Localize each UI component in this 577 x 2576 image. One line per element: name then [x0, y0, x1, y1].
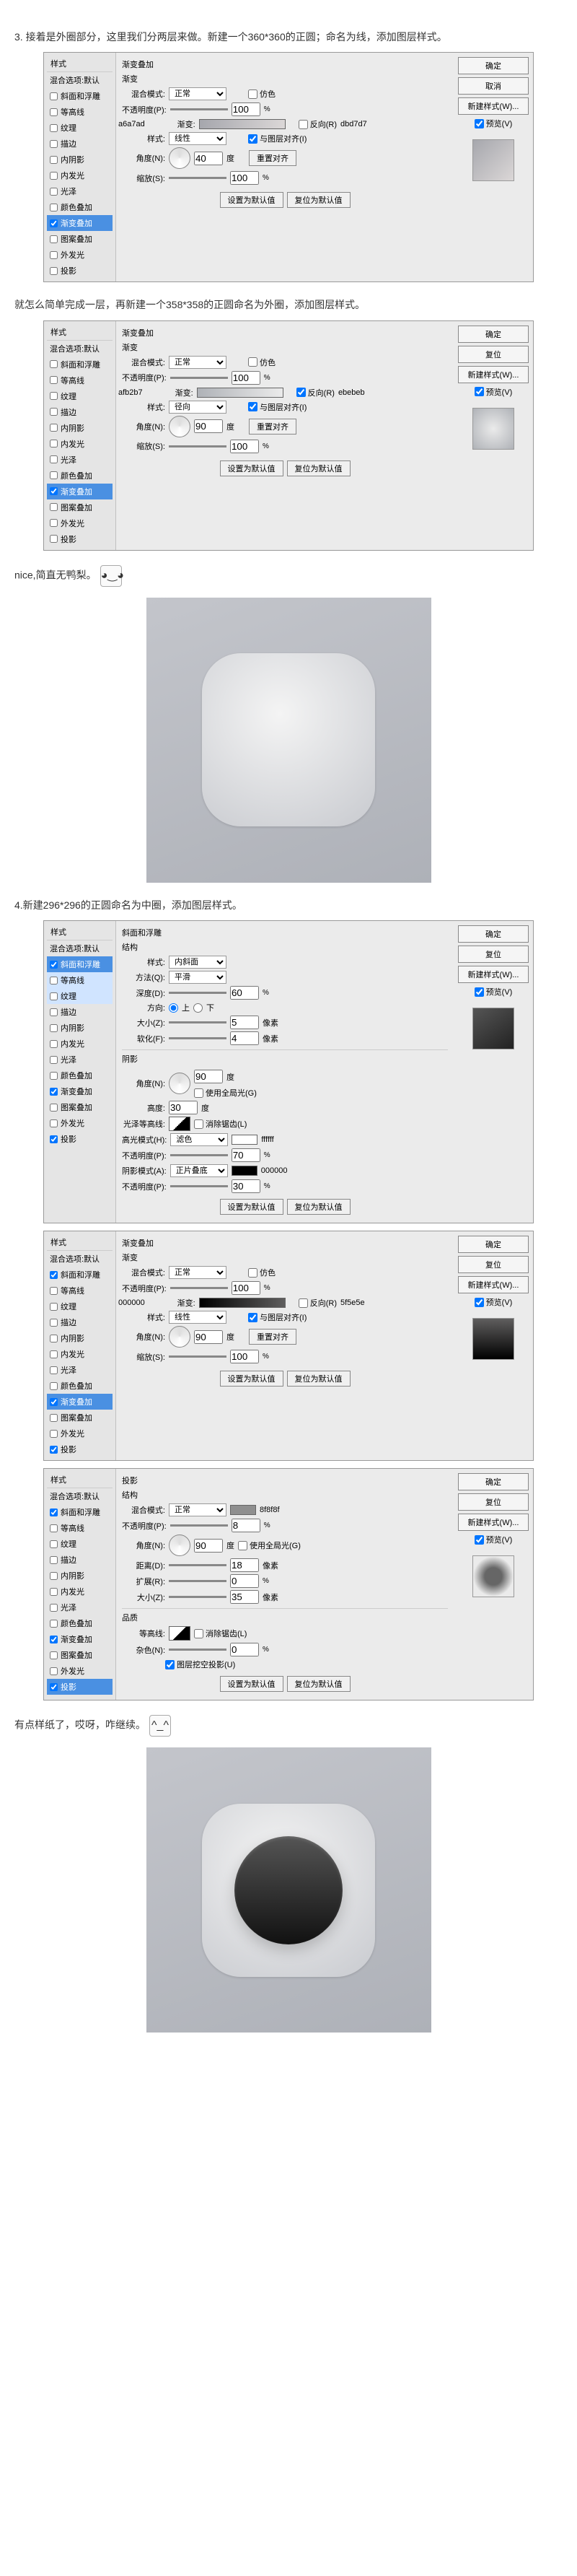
lbl-opacity: 不透明度(P):	[122, 104, 167, 115]
lbl-dither: 仿色	[260, 88, 276, 100]
lbl-reverse: 反向(R)	[310, 118, 337, 130]
style-coloroverlay[interactable]: 颜色叠加	[47, 199, 113, 215]
chk-align[interactable]	[248, 134, 257, 144]
layer-style-dialog-5: 样式 混合选项:默认 斜面和浮雕 等高线 纹理 描边 内阴影 内发光 光泽 颜色…	[43, 1468, 534, 1700]
chk-contour[interactable]	[50, 108, 58, 116]
paper-text: 有点样纸了，哎呀，咋继续。^_^	[14, 1715, 563, 1737]
chk-innerglow[interactable]	[50, 172, 58, 180]
emoji-icon: ◕‿◕	[100, 565, 122, 587]
step4-text: 4.新建296*296的正圆命名为中圈，添加图层样式。	[14, 897, 563, 913]
nice-text: nice,简直无鸭梨。◕‿◕	[14, 565, 563, 587]
lbl-style: 样式:	[122, 133, 165, 144]
style-contour[interactable]: 等高线	[47, 104, 113, 120]
chk-bevel[interactable]	[50, 92, 58, 100]
lbl-angle: 角度(N):	[122, 152, 165, 164]
layer-style-dialog-1: 样式 混合选项:默认 斜面和浮雕 等高线 纹理 描边 内阴影 内发光 光泽 颜色…	[43, 52, 534, 282]
layer-style-dialog-4: 样式 混合选项:默认 斜面和浮雕 等高线 纹理 描边 内阴影 内发光 光泽 颜色…	[43, 1231, 534, 1461]
chk-satin[interactable]	[50, 188, 58, 196]
chk-stroke[interactable]	[50, 140, 58, 148]
lbl-gradient: 渐变:	[152, 118, 195, 130]
chk-texture[interactable]	[50, 124, 58, 132]
chk-preview[interactable]	[475, 119, 484, 128]
btn-set-default[interactable]: 设置为默认值	[220, 192, 283, 208]
sel-style[interactable]: 线性	[169, 132, 226, 145]
lbl-preview: 预览(V)	[486, 118, 513, 129]
pct: %	[264, 105, 270, 113]
lbl-scale: 缩放(S):	[122, 173, 165, 184]
panel-subtitle: 渐变	[122, 73, 448, 84]
chk-patternoverlay[interactable]	[50, 235, 58, 243]
lbl-deg: 度	[226, 152, 234, 164]
style-outerglow[interactable]: 外发光	[47, 247, 113, 263]
result-preview-1	[146, 598, 431, 883]
style-innershadow[interactable]: 内阴影	[47, 152, 113, 167]
blend-default[interactable]: 混合选项:默认	[47, 72, 113, 88]
chk-dither[interactable]	[248, 89, 257, 99]
sel-blendmode[interactable]: 正常	[169, 87, 226, 100]
btn-ok[interactable]: 确定	[458, 57, 529, 74]
result-preview-2	[146, 1747, 431, 2033]
chk-innershadow[interactable]	[50, 156, 58, 164]
hex-left: a6a7ad	[118, 120, 145, 128]
styles-header: 样式	[47, 56, 113, 72]
angle-knob[interactable]	[169, 147, 190, 169]
btn-reset-align[interactable]: 重置对齐	[249, 150, 296, 166]
chk-outerglow[interactable]	[50, 251, 58, 259]
inp-scale[interactable]	[230, 171, 259, 185]
style-innerglow[interactable]: 内发光	[47, 167, 113, 183]
gradient-bar[interactable]	[199, 119, 286, 129]
chk-gradientoverlay[interactable]	[50, 219, 58, 227]
emoji-icon-2: ^_^	[149, 1715, 171, 1737]
panel-title: 渐变叠加	[122, 58, 448, 70]
style-bevel[interactable]: 斜面和浮雕	[47, 88, 113, 104]
btn-reset-default[interactable]: 复位为默认值	[287, 192, 351, 208]
style-stroke[interactable]: 描边	[47, 136, 113, 152]
style-dropshadow[interactable]: 投影	[47, 263, 113, 279]
btn-newstyle[interactable]: 新建样式(W)...	[458, 97, 529, 115]
right-col: 确定 取消 新建样式(W)... 预览(V)	[454, 53, 533, 281]
main-panel: 渐变叠加 渐变 混合模式: 正常 仿色 不透明度(P):% a6a7ad 渐变: 反向(…	[116, 53, 454, 281]
style-satin[interactable]: 光泽	[47, 183, 113, 199]
chk-dropshadow[interactable]	[50, 267, 58, 275]
styles-list: 样式 混合选项:默认 斜面和浮雕 等高线 纹理 描边 内阴影 内发光 光泽 颜色…	[44, 321, 116, 550]
hex-right: dbd7d7	[340, 120, 367, 128]
style-gradientoverlay[interactable]: 渐变叠加	[47, 215, 113, 231]
btn-cancel[interactable]: 取消	[458, 77, 529, 95]
lbl-align: 与图层对齐(I)	[260, 133, 307, 144]
style-patternoverlay[interactable]: 图案叠加	[47, 231, 113, 247]
layer-style-dialog-2: 样式 混合选项:默认 斜面和浮雕 等高线 纹理 描边 内阴影 内发光 光泽 颜色…	[43, 320, 534, 551]
layer-style-dialog-3: 样式 混合选项:默认 斜面和浮雕 等高线 纹理 描边 内阴影 内发光 光泽 颜色…	[43, 920, 534, 1223]
lbl-blendmode: 混合模式:	[122, 88, 165, 100]
inp-opacity[interactable]	[232, 102, 260, 116]
preview-thumb	[472, 139, 514, 181]
styles-list: 样式 混合选项:默认 斜面和浮雕 等高线 纹理 描边 内阴影 内发光 光泽 颜色…	[44, 53, 116, 281]
chk-reverse[interactable]	[299, 120, 308, 129]
step3b-text: 就怎么简单完成一层，再新建一个358*358的正圆命名为外圈，添加图层样式。	[14, 297, 563, 313]
step3-text: 3. 接着是外圈部分，这里我们分两层来做。新建一个360*360的正圆；命名为线…	[14, 29, 563, 45]
style-texture[interactable]: 纹理	[47, 120, 113, 136]
inp-angle[interactable]	[194, 152, 223, 165]
chk-coloroverlay[interactable]	[50, 204, 58, 211]
